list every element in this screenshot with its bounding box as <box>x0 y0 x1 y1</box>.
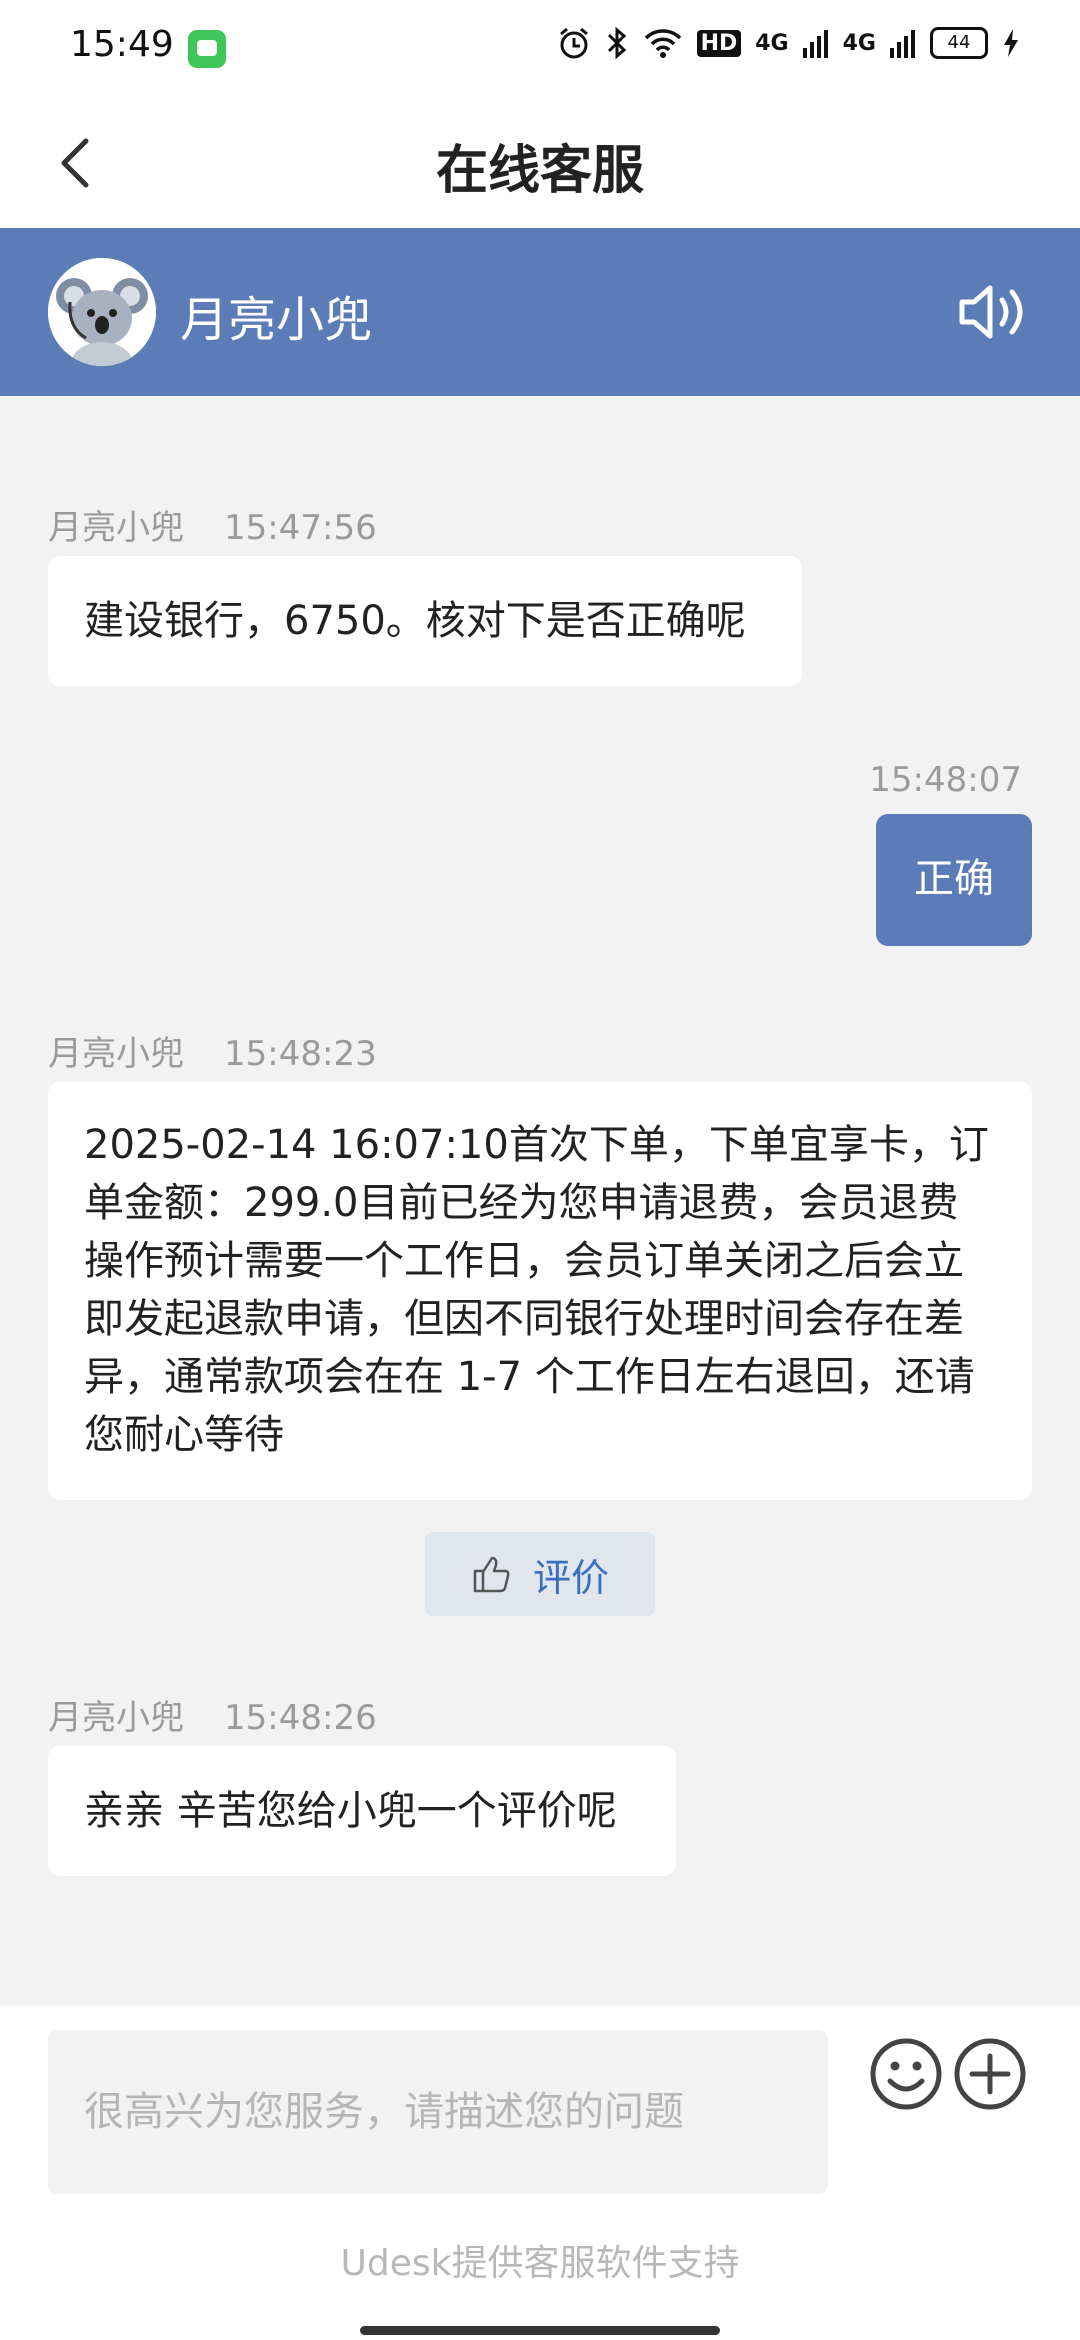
message-sender: 月亮小兜 <box>48 1698 184 1738</box>
input-area: Udesk提供客服软件支持 <box>0 2006 1080 2340</box>
add-button[interactable] <box>952 2036 1028 2112</box>
battery-icon: 44 <box>930 27 988 59</box>
agent-name: 月亮小兜 <box>180 292 373 348</box>
message-meta: 月亮小兜 15:47:56 <box>48 500 377 549</box>
network-label-2: 4G <box>842 30 876 56</box>
message-text: 2025-02-14 16:07:10首次下单，下单宜享卡，订单金额：299.0… <box>84 1122 989 1458</box>
thumbs-up-icon <box>473 1556 510 1593</box>
message-time: 15:47:56 <box>224 508 377 548</box>
status-time: 15:49 <box>70 24 174 65</box>
powered-by-text: Udesk提供客服软件支持 <box>340 2243 740 2284</box>
hd-label: HD <box>696 29 742 57</box>
agent-bar: 月亮小兜 <box>0 228 1080 396</box>
signal-icon-2 <box>890 30 915 58</box>
speaker-icon <box>959 285 1023 339</box>
message-text: 亲亲 辛苦您给小兜一个评价呢 <box>84 1788 617 1834</box>
chat-app-notification-icon <box>188 30 226 68</box>
message-time: 15:48:07 <box>869 760 1022 800</box>
home-indicator[interactable] <box>360 2326 720 2335</box>
avatar <box>48 258 156 366</box>
message-input[interactable] <box>48 2030 828 2194</box>
plus-circle-icon <box>954 2038 1026 2110</box>
message-meta: 月亮小兜 15:48:26 <box>48 1690 377 1739</box>
signal-icon-1 <box>802 30 828 58</box>
message-time: 15:48:23 <box>224 1034 377 1074</box>
rate-button-label: 评价 <box>532 1555 609 1600</box>
message-meta: 月亮小兜 15:48:23 <box>48 1026 377 1075</box>
message-sender: 月亮小兜 <box>48 508 184 548</box>
speaker-button[interactable] <box>958 280 1030 344</box>
app-header: 在线客服 <box>0 95 1080 228</box>
message-sender: 月亮小兜 <box>48 1034 184 1074</box>
network-label-1: 4G <box>755 30 789 56</box>
message-text: 正确 <box>914 856 994 902</box>
charging-icon <box>1004 29 1018 57</box>
koala-avatar-icon <box>48 258 156 366</box>
status-icons: HD 4G 4G 44 <box>557 26 1020 60</box>
message-meta: 15:48:07 <box>869 760 1022 800</box>
message-time: 15:48:26 <box>224 1698 377 1738</box>
alarm-icon <box>559 27 588 59</box>
emoji-icon <box>870 2038 942 2110</box>
message-bubble: 亲亲 辛苦您给小兜一个评价呢 <box>48 1746 676 1876</box>
emoji-button[interactable] <box>868 2036 944 2112</box>
message-text: 建设银行，6750。核对下是否正确呢 <box>84 598 746 644</box>
bluetooth-icon <box>607 26 626 60</box>
status-bar: 15:49 HD 4G 4G 44 <box>0 0 1080 95</box>
page-title: 在线客服 <box>435 141 644 201</box>
rate-button[interactable]: 评价 <box>425 1532 655 1616</box>
message-bubble: 2025-02-14 16:07:10首次下单，下单宜享卡，订单金额：299.0… <box>48 1082 1032 1500</box>
message-bubble: 建设银行，6750。核对下是否正确呢 <box>48 556 802 686</box>
message-bubble-user: 正确 <box>876 814 1032 946</box>
wifi-icon <box>644 29 681 58</box>
